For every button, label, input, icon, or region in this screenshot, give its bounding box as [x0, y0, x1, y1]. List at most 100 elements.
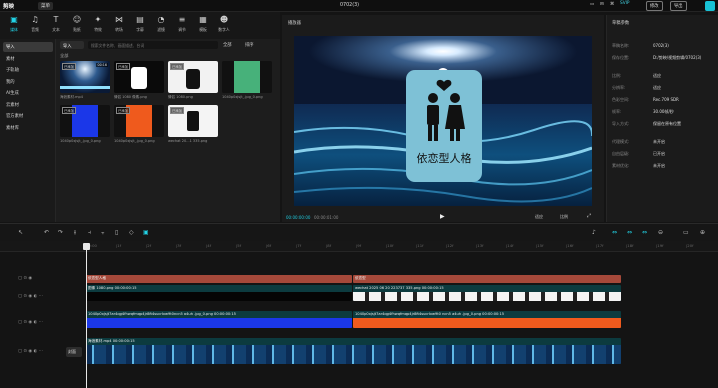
- sidebar-item[interactable]: 导入: [3, 42, 53, 52]
- playhead[interactable]: [86, 244, 87, 388]
- media-thumbnail[interactable]: 已添加: [114, 105, 164, 137]
- fullscreen-icon[interactable]: ⤢: [587, 213, 591, 219]
- ruler-tick: |9f: [356, 243, 362, 248]
- snap-icon[interactable]: ⇔: [627, 229, 632, 236]
- split-right-icon[interactable]: ⫟: [101, 229, 105, 237]
- title-bar: 剪映 菜单 0702(3) ▭ ⊟ ⌘ SVIP 修改 导出: [0, 0, 718, 12]
- added-badge: 已添加: [116, 63, 130, 70]
- image-clip[interactable]: 图像 1080.png 00:00:00:15: [86, 285, 352, 301]
- minimize-panel-icon[interactable]: ⊟: [600, 2, 604, 7]
- toolbar-sticker[interactable]: ☺ 贴纸: [67, 15, 87, 33]
- media-thumbnail[interactable]: 已添加 00:16: [60, 61, 110, 93]
- toolbar-adjust[interactable]: ≡ 调节: [172, 15, 192, 33]
- player-title: 播放器: [288, 21, 301, 26]
- play-icon[interactable]: ▶: [440, 213, 445, 220]
- delete-icon[interactable]: ▯: [115, 229, 118, 236]
- sidebar-item[interactable]: 官方素材: [3, 111, 53, 121]
- window-control-icon[interactable]: [705, 1, 715, 11]
- zoom-dropdown[interactable]: 适应: [535, 214, 543, 220]
- text-clip-label: 依恋型人格: [88, 276, 106, 280]
- caption-icon: ▤: [136, 15, 144, 24]
- modify-button[interactable]: 修改: [646, 1, 663, 11]
- orange-clip[interactable]: 1040p0xjsjt7ar4qg4fhwqfmqp4jr8ft4sucrIxw…: [353, 311, 621, 328]
- undo-icon[interactable]: ↶: [44, 229, 49, 236]
- ratio-dropdown[interactable]: 比例: [560, 214, 568, 220]
- zoom-in-icon[interactable]: ⊕: [700, 229, 705, 236]
- export-button[interactable]: 导出: [670, 1, 687, 11]
- fit-icon[interactable]: ▭: [683, 229, 689, 236]
- ruler-tick: |15f: [536, 243, 544, 248]
- media-thumbnail[interactable]: 已添加: [168, 105, 218, 137]
- toolbar-audio[interactable]: ♫ 音频: [25, 15, 45, 33]
- toolbar-caption[interactable]: ▤ 字幕: [130, 15, 150, 33]
- sidebar-item[interactable]: 云素材: [3, 100, 53, 110]
- timeline-toolbar: ↖ ↶ ↷ ⫲ ⫞ ⫟ ▯ ◇ ▣ ♪ ⇔ ⇔ ⇔ ⊖ ▭ ⊕: [0, 223, 718, 241]
- image-clip-label: wechat 2025 06 20 223737 335.png 00:00:0…: [355, 286, 444, 290]
- toolbar-effects[interactable]: ✦ 特效: [88, 15, 108, 33]
- preview-axis-icon[interactable]: ⇔: [642, 229, 647, 236]
- mic-icon[interactable]: ♪: [592, 229, 596, 236]
- ruler-tick: |4f: [206, 243, 212, 248]
- media-thumbnail[interactable]: [222, 61, 272, 93]
- toolbar-template[interactable]: ▦ 模板: [193, 15, 213, 33]
- sort-button[interactable]: 排序: [245, 42, 254, 48]
- ruler-tick: |10f: [386, 243, 394, 248]
- redo-icon[interactable]: ↷: [58, 229, 63, 236]
- svip-badge[interactable]: SVIP: [620, 1, 630, 6]
- media-thumbnail[interactable]: 已添加: [60, 105, 110, 137]
- ai-tool-icon[interactable]: ▣: [143, 229, 149, 236]
- media-thumbnail[interactable]: 已添加: [168, 61, 218, 93]
- import-button[interactable]: 导入: [60, 41, 84, 49]
- blue-clip-label: 1040p0xjsjt7ar4qg4fhwqfmqp4jr8ft4sucrIxw…: [88, 312, 236, 316]
- timeline-ruler[interactable]: 00:00 |1f |2f |3f |4f |5f |6f |7f |8f |9f |10f |11f…: [0, 241, 718, 252]
- video-preview[interactable]: 依恋型人格: [294, 36, 592, 206]
- text-clip[interactable]: 依恋型人格: [86, 275, 352, 283]
- added-badge: 已添加: [170, 107, 184, 114]
- setting-key: 保存位置:: [612, 55, 630, 60]
- main-video-clip[interactable]: 海浪素材.mp4 00:00:00:15: [86, 338, 621, 364]
- sidebar-item[interactable]: AI生成: [3, 88, 53, 98]
- toolbar-text[interactable]: T 文本: [46, 15, 66, 33]
- blue-clip[interactable]: 1040p0xjsjt7ar4qg4fhwqfmqp4jr8ft4sucrIxw…: [86, 311, 352, 328]
- zoom-out-icon[interactable]: ⊖: [658, 229, 663, 236]
- setting-key: 色彩空间:: [612, 97, 630, 102]
- shortcut-icon[interactable]: ⌘: [610, 2, 614, 7]
- text-clip-label: 依恋型: [355, 276, 366, 280]
- cover-button[interactable]: 封面: [66, 347, 82, 357]
- split-icon[interactable]: ⫲: [74, 229, 76, 237]
- layout-icon[interactable]: ▭: [590, 2, 594, 7]
- text-clip[interactable]: 依恋型: [353, 275, 621, 283]
- toolbar-digital-human[interactable]: ☻ 数字人: [214, 15, 234, 33]
- setting-value: 未开启: [653, 139, 665, 144]
- app-logo: 剪映: [3, 4, 15, 10]
- split-left-icon[interactable]: ⫞: [88, 229, 91, 237]
- link-icon[interactable]: ⇔: [612, 229, 617, 236]
- toolbar-label: 数字人: [218, 27, 230, 32]
- shield-icon[interactable]: ◇: [129, 229, 134, 236]
- toolbar-media[interactable]: ▣ 媒体: [4, 15, 24, 33]
- sidebar-item[interactable]: 我的: [3, 77, 53, 87]
- media-thumbnail[interactable]: 已添加: [114, 61, 164, 93]
- select-tool-icon[interactable]: ↖: [18, 229, 23, 236]
- toolbar-transition[interactable]: ⋈ 转场: [109, 15, 129, 33]
- sidebar-item[interactable]: 子轨轴: [3, 65, 53, 75]
- image-clip[interactable]: wechat 2025 06 20 223737 335.png 00:00:0…: [353, 285, 621, 301]
- ruler-tick: |19f: [656, 243, 664, 248]
- media-caption: 情侣 1080 像素.png: [114, 95, 147, 99]
- toolbar-filter[interactable]: ◔ 滤镜: [151, 15, 171, 33]
- menu-button[interactable]: 菜单: [38, 2, 53, 10]
- added-badge: 已添加: [62, 107, 76, 114]
- draft-settings-title: 草稿参数: [612, 21, 630, 26]
- sidebar-item[interactable]: 素材: [3, 54, 53, 64]
- sidebar-item[interactable]: 素材库: [3, 123, 53, 133]
- media-sidebar: 导入素材 子轨轴我的 AI生成云素材 官方素材素材库: [0, 39, 56, 222]
- setting-key: 素材优化:: [612, 163, 630, 168]
- timeline-tracks: ▢ ⊙ ◉ ▢ ⊙ ◉ ◐ ⋯ ▢ ⊙ ◉ ◐ ⋯ ▢ ⊙ ◉ ◐ ⋯ 依恋型人…: [0, 252, 718, 388]
- search-input[interactable]: 搜索文件名称、画面描述、台词: [88, 41, 218, 49]
- ruler-tick: |5f: [236, 243, 242, 248]
- media-caption: 1040p0xjsjt_.jpg_0.png: [60, 139, 101, 143]
- added-badge: 已添加: [62, 63, 76, 70]
- all-filter[interactable]: 全部: [223, 42, 232, 48]
- media-panel: 导入 搜索文件名称、画面描述、台词 全部 排序 全部 已添加 00:16 海浪素材.…: [56, 39, 280, 222]
- ruler-tick: |14f: [506, 243, 514, 248]
